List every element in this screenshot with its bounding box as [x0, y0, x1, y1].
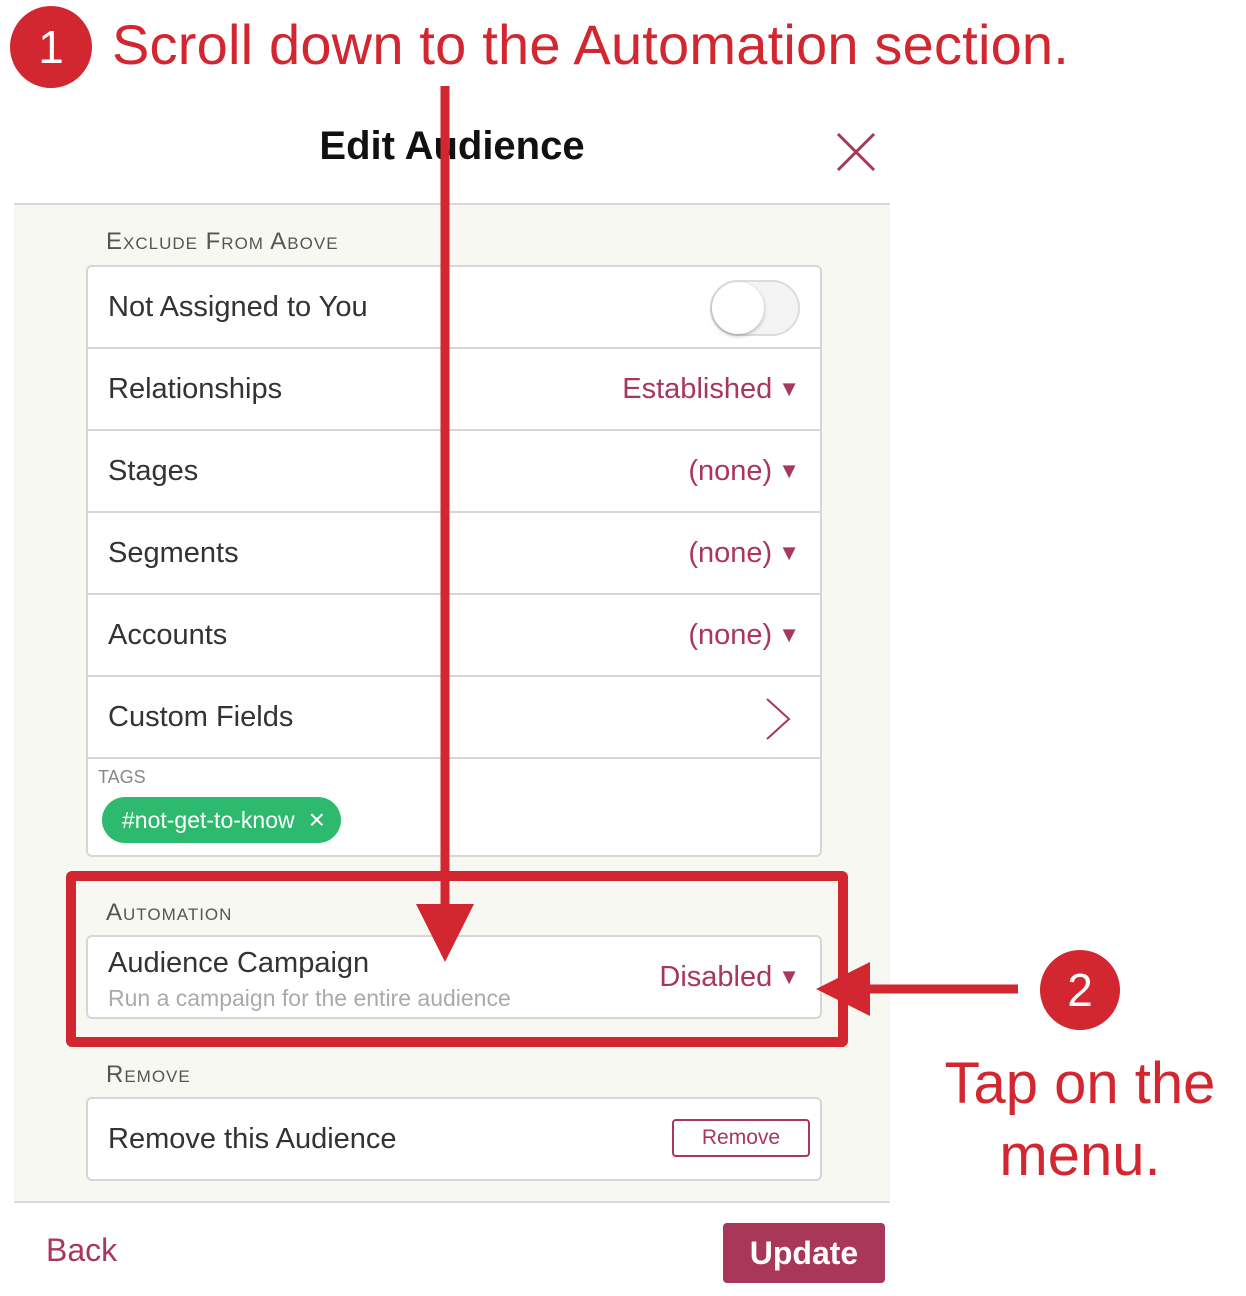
- step-2-badge: 2: [1040, 950, 1120, 1030]
- tap-arrow-head: [816, 962, 870, 1016]
- step-2-instruction: Tap on the menu.: [944, 1051, 1216, 1188]
- scroll-arrow-head: [416, 904, 474, 962]
